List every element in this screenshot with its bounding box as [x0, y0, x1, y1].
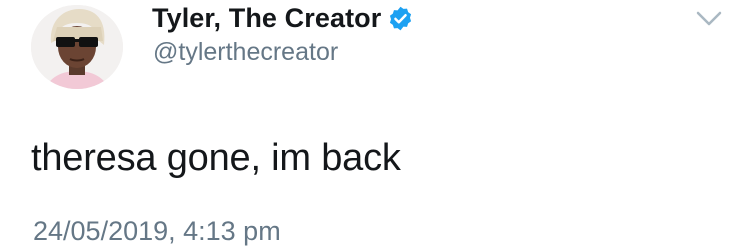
verified-badge-icon — [387, 5, 414, 32]
avatar-image — [31, 5, 123, 89]
tweet-card: Tyler, The Creator @tylerthecreator ther… — [0, 0, 749, 249]
author-avatar[interactable] — [31, 5, 123, 89]
author-display-name[interactable]: Tyler, The Creator — [152, 3, 381, 34]
tweet-menu-button[interactable] — [694, 8, 724, 30]
tweet-text: theresa gone, im back — [31, 137, 401, 179]
author-name-row[interactable]: Tyler, The Creator — [152, 1, 414, 35]
tweet-timestamp[interactable]: 24/05/2019, 4:13 pm — [33, 216, 281, 247]
author-handle[interactable]: @tylerthecreator — [153, 38, 338, 67]
chevron-down-icon — [696, 11, 722, 26]
